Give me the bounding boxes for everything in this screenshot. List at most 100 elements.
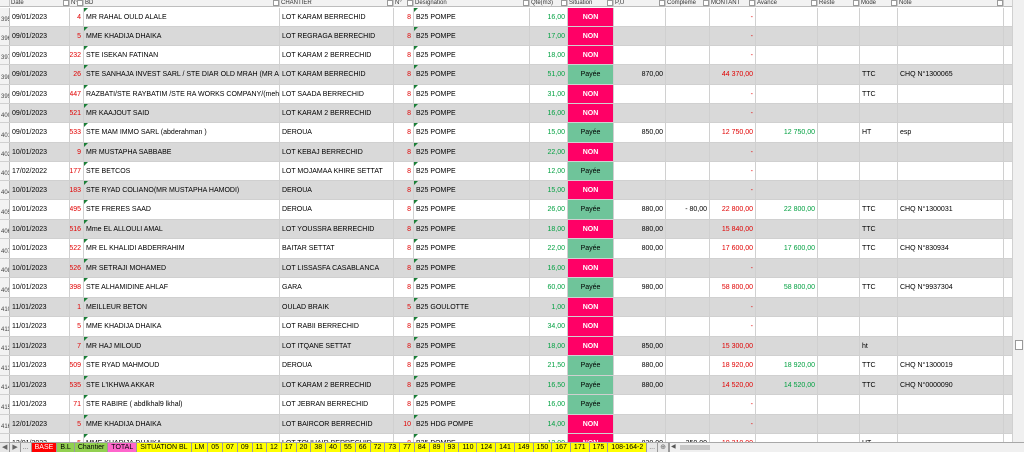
cell-n[interactable]: 8	[394, 356, 414, 375]
sheet-tab[interactable]: TOTAL	[108, 443, 138, 452]
cell-designation[interactable]: B25 POMPE	[414, 104, 530, 122]
cell-avance[interactable]	[756, 259, 818, 277]
sheet-tab[interactable]: 89	[429, 443, 445, 452]
cell-bd[interactable]: MR EL KHALIDI ABDERRAHIM	[84, 239, 280, 258]
column-header-situation[interactable]: Situation	[568, 0, 614, 7]
row-number[interactable]: 415	[0, 395, 10, 414]
cell-pu[interactable]: 880,00	[614, 200, 666, 219]
cell-chantier[interactable]: LOT RABII BERRECHID	[280, 317, 394, 336]
cell-n[interactable]: 8	[394, 278, 414, 297]
cell-designation[interactable]: B25 POMPE	[414, 395, 530, 414]
cell-reste[interactable]	[818, 181, 860, 199]
cell-complement[interactable]	[666, 27, 710, 45]
cell-situation[interactable]: NON	[568, 85, 614, 103]
cell-bd[interactable]: STE FRERES SAAD	[84, 200, 280, 219]
cell-avance[interactable]	[756, 27, 818, 45]
cell-reste[interactable]	[818, 278, 860, 297]
filter-dropdown-icon[interactable]	[387, 0, 393, 6]
cell-mode[interactable]: TTC	[860, 239, 898, 258]
cell-n[interactable]: 8	[394, 259, 414, 277]
cell-mode[interactable]: TTC	[860, 65, 898, 84]
cell-n[interactable]: 5	[394, 298, 414, 316]
cell-complement[interactable]	[666, 162, 710, 180]
cell-n[interactable]: 8	[394, 376, 414, 394]
cell-date[interactable]: 09/01/2023	[10, 123, 70, 142]
cell-qte[interactable]: 15,00	[530, 123, 568, 142]
cell-mode[interactable]	[860, 317, 898, 336]
cell-situation[interactable]: NON	[568, 337, 614, 355]
cell-situation[interactable]: Payée	[568, 356, 614, 375]
cell-chantier[interactable]: DEROUA	[280, 123, 394, 142]
cell-pu[interactable]: 850,00	[614, 123, 666, 142]
cell-mode[interactable]	[860, 104, 898, 122]
cell-note[interactable]	[898, 337, 1004, 355]
cell-situation[interactable]: Payée	[568, 278, 614, 297]
cell-date[interactable]: 11/01/2023	[10, 356, 70, 375]
tabs-more-left-button[interactable]: ...	[21, 443, 32, 452]
cell-n[interactable]: 8	[394, 337, 414, 355]
cell-montant[interactable]: 17 600,00	[710, 239, 756, 258]
row-number[interactable]: 398	[0, 65, 10, 84]
cell-pu[interactable]	[614, 317, 666, 336]
sheet-tab[interactable]: LM	[191, 443, 209, 452]
cell-avance[interactable]	[756, 65, 818, 84]
cell-avance[interactable]: 14 520,00	[756, 376, 818, 394]
cell-montant[interactable]: -	[710, 8, 756, 26]
cell-num[interactable]: 9	[70, 143, 84, 161]
cell-designation[interactable]: B25 HDG POMPE	[414, 415, 530, 433]
cell-date[interactable]: 17/02/2022	[10, 162, 70, 180]
select-all-corner[interactable]	[0, 0, 10, 7]
sheet-tab[interactable]: 171	[570, 443, 590, 452]
sheet-tab[interactable]: 149	[514, 443, 534, 452]
cell-note[interactable]	[898, 162, 1004, 180]
cell-avance[interactable]	[756, 8, 818, 26]
cell-bd[interactable]: STE L'IKHWA AKKAR	[84, 376, 280, 394]
cell-pu[interactable]	[614, 395, 666, 414]
cell-montant[interactable]: 14 520,00	[710, 376, 756, 394]
cell-chantier[interactable]: LOT KARAM 2 BERRECHID	[280, 46, 394, 64]
cell-complement[interactable]	[666, 46, 710, 64]
cell-designation[interactable]: B25 POMPE	[414, 143, 530, 161]
sheet-tab[interactable]: 38	[311, 443, 327, 452]
column-header-num[interactable]: N°	[70, 0, 84, 7]
cell-montant[interactable]: 58 800,00	[710, 278, 756, 297]
cell-chantier[interactable]: DEROUA	[280, 181, 394, 199]
cell-situation[interactable]: NON	[568, 8, 614, 26]
cell-mode[interactable]: TTC	[860, 376, 898, 394]
cell-chantier[interactable]: BAITAR SETTAT	[280, 239, 394, 258]
cell-num[interactable]: 522	[70, 239, 84, 258]
cell-qte[interactable]: 21,50	[530, 356, 568, 375]
cell-date[interactable]: 10/01/2023	[10, 278, 70, 297]
cell-pu[interactable]: 830,00	[614, 434, 666, 442]
cell-num[interactable]: 398	[70, 278, 84, 297]
cell-n[interactable]: 8	[394, 123, 414, 142]
column-header-date[interactable]: Date	[10, 0, 70, 7]
cell-n[interactable]: 8	[394, 200, 414, 219]
cell-num[interactable]: 5	[70, 27, 84, 45]
cell-reste[interactable]	[818, 376, 860, 394]
column-header-n[interactable]: N°	[394, 0, 414, 7]
cell-mode[interactable]	[860, 46, 898, 64]
cell-situation[interactable]: NON	[568, 27, 614, 45]
cell-reste[interactable]	[818, 298, 860, 316]
row-number[interactable]: 412	[0, 337, 10, 355]
cell-bd[interactable]: STE ISEKAN FATINAN	[84, 46, 280, 64]
sheet-tab[interactable]: 40	[326, 443, 341, 452]
cell-chantier[interactable]: DEROUA	[280, 356, 394, 375]
sheet-tab[interactable]: 141	[496, 443, 515, 452]
row-number[interactable]: 396	[0, 27, 10, 45]
cell-note[interactable]: CHQ N°0000090	[898, 376, 1004, 394]
cell-montant[interactable]: -	[710, 298, 756, 316]
cell-reste[interactable]	[818, 143, 860, 161]
cell-reste[interactable]	[818, 337, 860, 355]
cell-complement[interactable]	[666, 376, 710, 394]
sheet-tab[interactable]: Chantier	[74, 443, 109, 452]
cell-complement[interactable]	[666, 181, 710, 199]
sheet-tab[interactable]: 05	[208, 443, 224, 452]
row-number[interactable]: 414	[0, 376, 10, 394]
sheet-tab[interactable]: 77	[400, 443, 415, 452]
cell-qte[interactable]: 18,00	[530, 220, 568, 238]
cell-designation[interactable]: B25 POMPE	[414, 356, 530, 375]
cell-pu[interactable]: 800,00	[614, 239, 666, 258]
cell-n[interactable]: 8	[394, 65, 414, 84]
